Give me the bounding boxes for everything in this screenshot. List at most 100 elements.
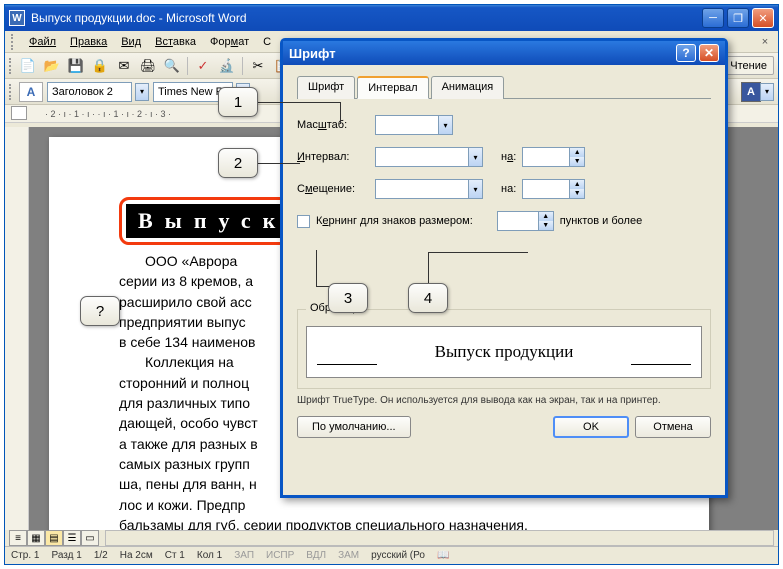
cancel-button[interactable]: Отмена [635,416,711,438]
style-combo-arrow[interactable]: ▾ [135,83,149,101]
outline-view-button[interactable]: ☰ [63,530,81,546]
tab-animation[interactable]: Анимация [431,76,505,99]
default-button[interactable]: По умолчанию... [297,416,411,438]
spacing-by-input[interactable] [522,147,570,167]
styles-pane-icon[interactable]: A [19,82,43,102]
mail-icon[interactable]: ✉ [113,55,135,77]
spin-up-icon[interactable]: ▲ [539,212,553,221]
status-col: Кол 1 [197,550,222,561]
toolbar-grip[interactable] [9,58,15,74]
window-title: Выпуск продукции.doc - Microsoft Word [31,11,702,25]
scale-combo[interactable]: ▾ [375,115,453,135]
save-icon[interactable]: 💾 [65,55,87,77]
callout-line [316,250,317,286]
callout-line [428,252,429,284]
statusbar: Стр. 1 Разд 1 1/2 На 2см Ст 1 Кол 1 ЗАП … [5,546,778,564]
word-icon: W [9,10,25,26]
dialog-tabs: Шрифт Интервал Анимация [297,75,711,99]
status-pages: 1/2 [94,550,108,561]
kerning-checkbox[interactable] [297,215,310,228]
status-fix[interactable]: ИСПР [266,550,294,561]
permission-icon[interactable]: 🔒 [89,55,111,77]
menu-tools-partial[interactable]: С [257,34,277,50]
normal-view-button[interactable]: ≡ [9,530,27,546]
position-by-spinner[interactable]: ▲▼ [522,179,585,199]
view-buttons: ≡ ▦ ▤ ☰ ▭ [9,530,99,546]
callout-question: ? [80,296,120,326]
reading-view-button[interactable]: ▭ [81,530,99,546]
status-ext[interactable]: ВДЛ [306,550,326,561]
chevron-down-icon[interactable]: ▾ [438,116,452,134]
position-combo[interactable]: ▾ [375,179,483,199]
status-page: Стр. 1 [11,550,39,561]
scale-label: Масштаб: [297,119,369,131]
spin-down-icon[interactable]: ▼ [539,221,553,230]
font-color-arrow[interactable]: ▾ [760,83,774,101]
print-icon[interactable]: 🖨 [137,55,159,77]
status-book-icon[interactable]: 📖 [437,550,449,561]
spin-down-icon[interactable]: ▼ [570,189,584,198]
titlebar: W Выпуск продукции.doc - Microsoft Word … [5,5,778,31]
status-lang[interactable]: русский (Ро [371,550,425,561]
kerning-size-input[interactable] [497,211,539,231]
sample-preview: Выпуск продукции [306,326,702,378]
preview-icon[interactable]: 🔍 [161,55,183,77]
style-combo[interactable]: Заголовок 2 [47,82,132,102]
tab-font[interactable]: Шрифт [297,76,355,99]
kerning-label: Кернинг для знаков размером: [316,215,473,227]
spellcheck-icon[interactable]: ✓ [192,55,214,77]
research-icon[interactable]: 🔬 [216,55,238,77]
font-dialog: Шрифт ? ✕ Шрифт Интервал Анимация Масшта… [280,38,728,498]
maximize-button[interactable]: ❐ [727,8,749,28]
menu-file[interactable]: Файл [23,34,62,50]
font-color-button[interactable]: A [741,82,761,102]
dialog-titlebar[interactable]: Шрифт ? ✕ [283,41,725,65]
open-icon[interactable]: 📂 [41,55,63,77]
web-view-button[interactable]: ▦ [27,530,45,546]
menu-view[interactable]: Вид [115,34,147,50]
cut-icon[interactable]: ✂ [247,55,269,77]
tab-selector[interactable] [11,106,27,120]
chevron-down-icon[interactable]: ▾ [468,148,482,166]
document-heading[interactable]: Выпуск [126,204,299,238]
new-doc-icon[interactable]: 📄 [17,55,39,77]
dialog-help-button[interactable]: ? [676,44,696,62]
callout-line [428,252,528,253]
kerning-size-spinner[interactable]: ▲▼ [497,211,554,231]
spacing-label: Интервал: [297,151,369,163]
menu-edit[interactable]: Правка [64,34,113,50]
ok-button[interactable]: OK [553,416,629,438]
menu-format[interactable]: Формат [204,34,255,50]
spacing-by-label: на: [501,151,516,163]
position-label: Смещение: [297,183,369,195]
menu-insert[interactable]: Вставка [149,34,202,50]
callout-2: 2 [218,148,258,178]
print-view-button[interactable]: ▤ [45,530,63,546]
position-by-input[interactable] [522,179,570,199]
read-label: Чтение [730,60,767,72]
dialog-title: Шрифт [289,46,676,61]
callout-line [258,102,340,103]
callout-3: 3 [328,283,368,313]
status-ovr[interactable]: ЗАМ [338,550,359,561]
callout-line [340,102,341,124]
spin-up-icon[interactable]: ▲ [570,148,584,157]
horizontal-scrollbar[interactable] [105,530,774,546]
close-button[interactable]: ✕ [752,8,774,28]
menu-overflow[interactable]: × [758,36,772,48]
vertical-ruler[interactable] [5,127,29,530]
spacing-by-spinner[interactable]: ▲▼ [522,147,585,167]
ruler-marks: · 2 · ı · 1 · ı · · ı · 1 · ı · 2 · ı · … [45,109,171,119]
position-by-label: на: [501,183,516,195]
spacing-combo[interactable]: ▾ [375,147,483,167]
chevron-down-icon[interactable]: ▾ [468,180,482,198]
status-at: На 2см [120,550,153,561]
status-rec[interactable]: ЗАП [234,550,254,561]
toolbar-grip[interactable] [11,34,17,50]
toolbar-grip[interactable] [9,84,15,100]
dialog-close-button[interactable]: ✕ [699,44,719,62]
minimize-button[interactable]: ─ [702,8,724,28]
spin-up-icon[interactable]: ▲ [570,180,584,189]
spin-down-icon[interactable]: ▼ [570,157,584,166]
tab-spacing[interactable]: Интервал [357,76,428,99]
